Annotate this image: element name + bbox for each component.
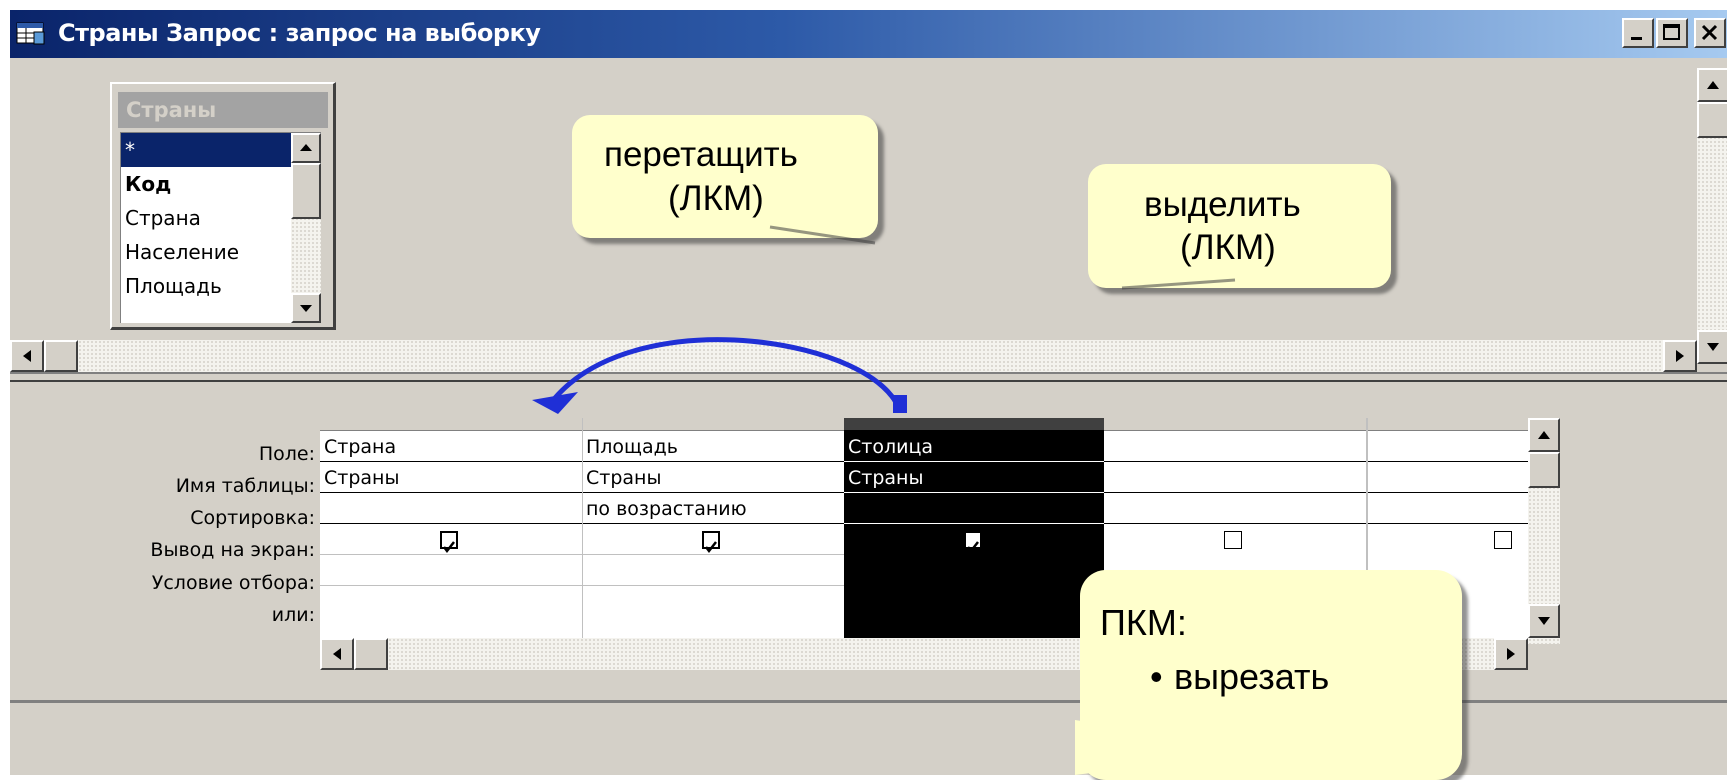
callout-context-tail: [1075, 720, 1270, 775]
bullet-icon: •: [1150, 656, 1163, 697]
callout-context-item1: вырезать: [1174, 656, 1330, 697]
callout-drag-tail: [762, 225, 876, 245]
callout-drag-line2: (ЛКМ): [668, 179, 764, 218]
callout-select-tail: [1121, 278, 1236, 290]
callout-select: выделить (ЛКМ): [1088, 164, 1391, 288]
arrow-tail-icon: [893, 395, 907, 413]
callout-drag: перетащить (ЛКМ): [572, 115, 878, 238]
callout-select-line2: (ЛКМ): [1180, 228, 1276, 267]
callout-select-line1: выделить: [1144, 185, 1301, 224]
drag-arrow-icon: [553, 337, 903, 413]
callout-context-title: ПКМ:: [1100, 602, 1187, 643]
callout-drag-line1: перетащить: [604, 135, 798, 174]
